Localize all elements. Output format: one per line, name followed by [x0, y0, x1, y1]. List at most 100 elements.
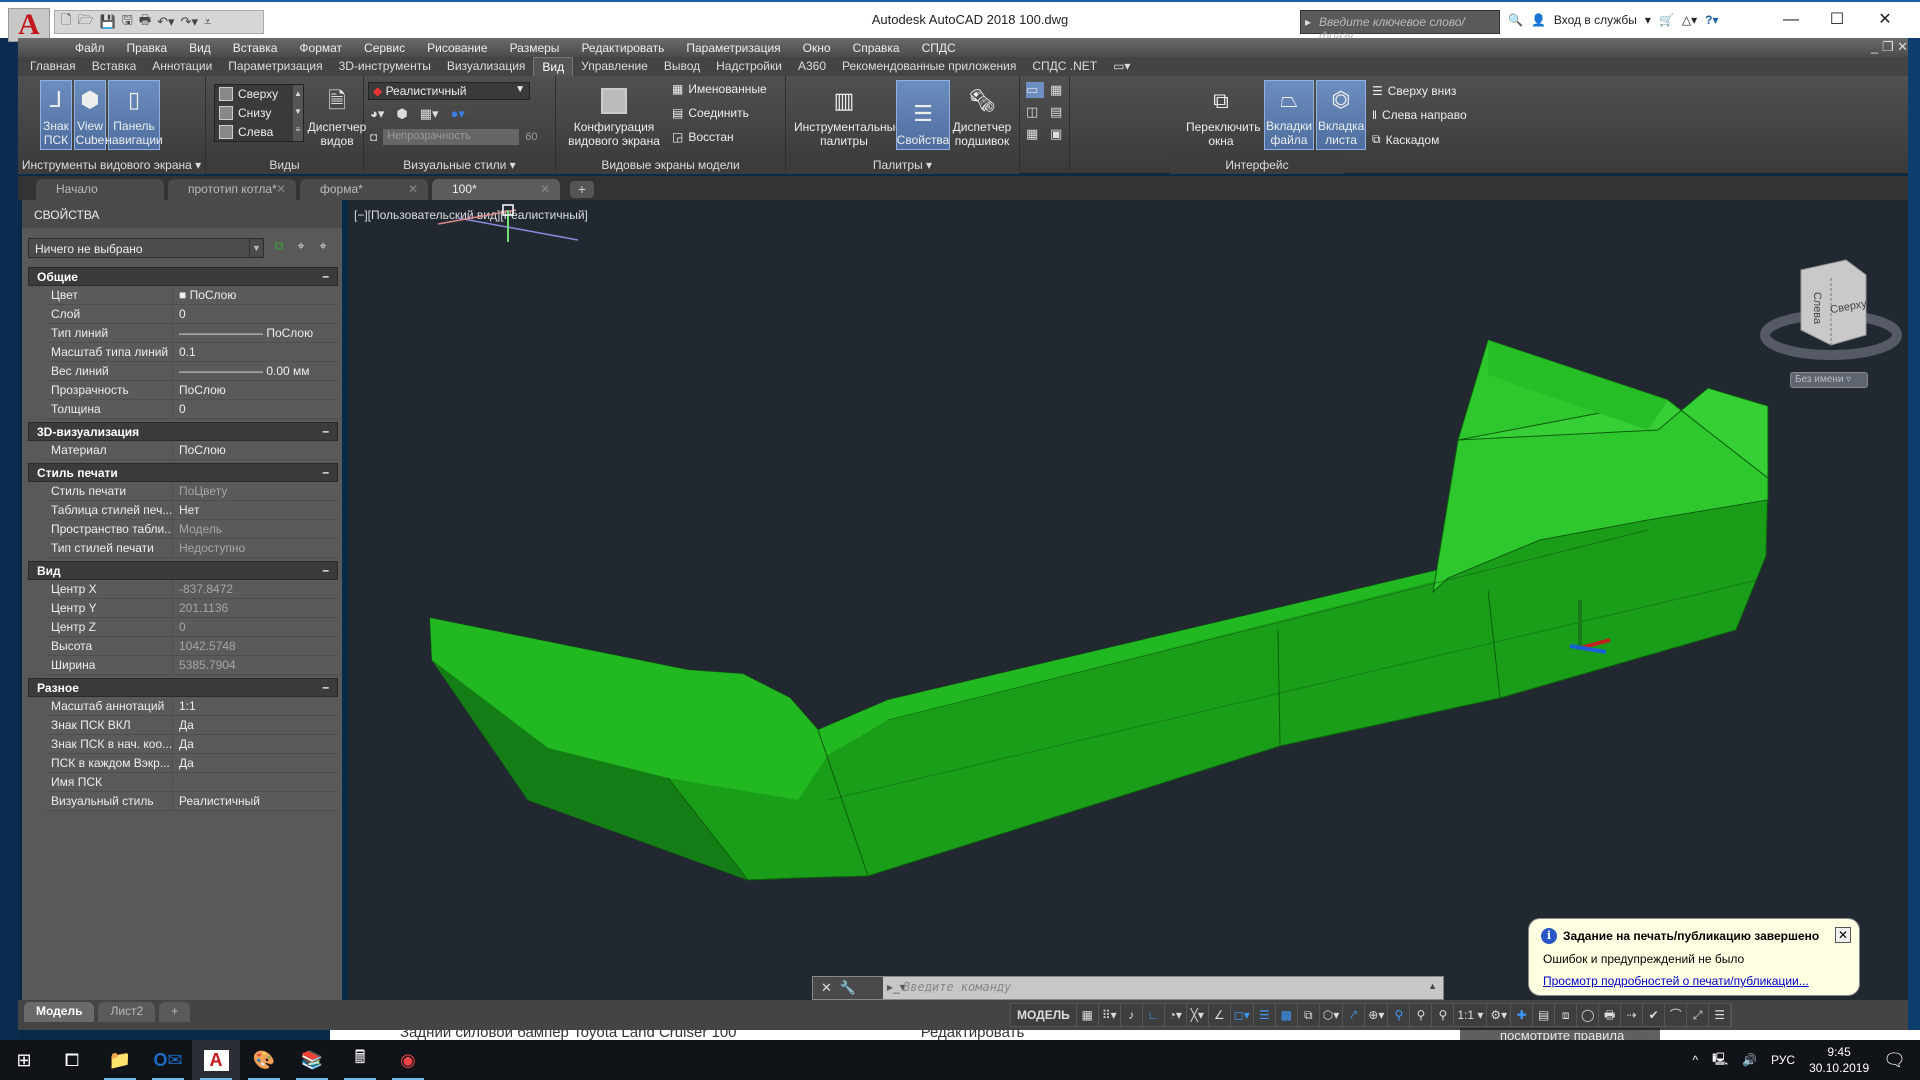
drawing-viewport[interactable]: [−][Пользовательский вид][Реалистичный] — [348, 200, 1908, 1000]
menu-7[interactable]: Размеры — [499, 41, 571, 55]
edge-effects-icon[interactable]: ◕▾ — [370, 106, 384, 122]
property-row[interactable]: Таблица стилей печ... Нет — [45, 501, 338, 520]
lineweight-icon[interactable]: ☰ — [1254, 1004, 1276, 1026]
property-row[interactable]: Толщина 0 — [45, 400, 338, 419]
property-row[interactable]: Масштаб типа линий 0.1 — [45, 343, 338, 362]
ribbon-tab-10[interactable]: A360 — [790, 57, 834, 76]
property-value[interactable]: -837.8472 — [173, 580, 338, 598]
selection-dropdown[interactable]: Ничего не выбрано ▼ — [28, 238, 264, 258]
close-button[interactable]: ✕ — [1862, 6, 1908, 34]
tile-horizontal-button[interactable]: ☰ Сверху вниз — [1372, 84, 1456, 98]
property-value[interactable]: Да — [173, 754, 338, 772]
action-center-icon[interactable]: 🗨 — [1883, 1050, 1906, 1071]
undo-icon[interactable]: ↶▾ — [157, 14, 174, 30]
property-value[interactable]: 1:1 — [173, 697, 338, 715]
taskbar-autocad[interactable]: A — [192, 1040, 240, 1080]
ribbon-tab-1[interactable]: Вставка — [84, 57, 145, 76]
collapse-icon[interactable]: – — [322, 269, 329, 283]
view-left[interactable]: Слева — [219, 125, 273, 139]
document-window-controls[interactable]: _ ❐ ✕ — [1871, 39, 1908, 55]
new-tab-button[interactable]: + — [570, 181, 594, 198]
lock-ui-icon[interactable]: ◯ — [1577, 1004, 1600, 1026]
markup-icon[interactable]: ◫ — [1026, 104, 1044, 120]
hardware-acceleration-icon[interactable]: ⌒ — [1665, 1004, 1688, 1026]
ribbon-tab-5[interactable]: Визуализация — [439, 57, 534, 76]
panel-title-palettes[interactable]: Палитры ▾ — [786, 157, 1019, 174]
opacity-slider[interactable]: ◘ Непрозрачность 60 — [370, 128, 550, 146]
layout-tabs-button[interactable]: ⏣ Вкладка листа — [1316, 80, 1366, 150]
taskbar-winrar[interactable]: 📚 — [288, 1040, 336, 1080]
menu-3[interactable]: Вставка — [222, 41, 289, 55]
plot-status-icon[interactable]: 🖶 — [1599, 1004, 1622, 1026]
menu-0[interactable]: Файл — [64, 41, 116, 55]
communication-icon[interactable]: ⇢ — [1621, 1004, 1644, 1026]
environment-icon[interactable]: ●▾ — [451, 106, 465, 122]
new-icon[interactable]: 🗋 — [61, 11, 71, 33]
taskbar-file-explorer[interactable]: 📁 — [96, 1040, 144, 1080]
tool-palettes-button[interactable]: ▥ Инструментальные палитры — [792, 80, 902, 150]
ucs-icon-button[interactable]: ⅃ Знак ПСК — [40, 80, 72, 150]
view-top[interactable]: Сверху — [219, 87, 278, 101]
lighting-icon[interactable]: ▦▾ — [420, 106, 439, 122]
panel-title-interface[interactable]: Интерфейс — [1170, 157, 1344, 174]
property-row[interactable]: Центр Y 201.1136 — [45, 599, 338, 618]
grid-icon[interactable]: ▦ — [1077, 1004, 1099, 1026]
property-value[interactable]: 0 — [173, 305, 338, 323]
restore-viewports-button[interactable]: ◲ Восстан — [672, 130, 734, 144]
network-icon[interactable]: 🖳 — [1712, 1050, 1728, 1071]
maximize-button[interactable]: ☐ — [1814, 6, 1860, 34]
property-value[interactable]: Нет — [173, 501, 338, 519]
menu-8[interactable]: Редактировать — [570, 41, 675, 55]
menu-12[interactable]: СПДС — [911, 41, 967, 55]
shadows-icon[interactable]: ⬢ — [396, 106, 407, 122]
menu-9[interactable]: Параметризация — [675, 41, 791, 55]
toggle-pickadd-icon[interactable]: ⧉ — [270, 238, 288, 256]
binoculars-icon[interactable]: 🔍 — [1508, 13, 1523, 27]
visual-style-dropdown[interactable]: ◆ Реалистичный ▼ — [368, 82, 530, 100]
tile-vertical-button[interactable]: ‖ Слева направо — [1372, 108, 1467, 122]
property-row[interactable]: Ширина 5385.7904 — [45, 656, 338, 675]
property-value[interactable]: ПоСлою — [173, 441, 338, 459]
property-value[interactable]: ——————— 0.00 мм — [173, 362, 338, 380]
ribbon-tab-4[interactable]: 3D-инструменты — [331, 57, 439, 76]
command-line[interactable]: ✕ 🔧 ▸_▾ Введите команду ▲ — [812, 976, 1444, 1000]
clock[interactable]: 9:45 30.10.2019 — [1809, 1044, 1869, 1076]
property-row[interactable]: Тип стилей печати Недоступно — [45, 539, 338, 558]
notification-details-link[interactable]: Просмотр подробностей о печати/публикаци… — [1543, 974, 1809, 988]
plot-icon[interactable]: 🖶 — [139, 11, 151, 33]
new-layout-button[interactable]: + — [159, 1002, 191, 1022]
property-category[interactable]: Стиль печати – — [28, 463, 338, 482]
task-view-button[interactable]: ⧠ — [48, 1040, 96, 1080]
property-value[interactable]: Да — [173, 716, 338, 734]
annotation-visibility-icon[interactable]: ⚲ — [1388, 1004, 1411, 1026]
viewcube[interactable]: Слева Сверху — [1756, 250, 1906, 380]
property-value[interactable] — [173, 773, 338, 791]
property-row[interactable]: Стиль печати ПоЦвету — [45, 482, 338, 501]
property-row[interactable]: Слой 0 — [45, 305, 338, 324]
property-row[interactable]: Имя ПСК — [45, 773, 338, 792]
autodesk-icon[interactable]: △▾ — [1682, 13, 1697, 27]
menu-6[interactable]: Рисование — [416, 41, 498, 55]
navigation-bar-button[interactable]: ▯ Панель навигации — [105, 80, 163, 150]
property-value[interactable]: Модель — [173, 520, 338, 538]
units-icon[interactable]: ▤ — [1533, 1004, 1556, 1026]
ribbon-tab-3[interactable]: Параметризация — [220, 57, 330, 76]
isolate-objects-icon[interactable]: ✔ — [1643, 1004, 1666, 1026]
calculator-icon[interactable]: ▤ — [1050, 104, 1068, 120]
named-viewports-button[interactable]: ▦ Именованные — [672, 82, 767, 96]
start-button[interactable]: ⊞ — [0, 1040, 48, 1080]
ortho-icon[interactable]: ∟ — [1143, 1004, 1165, 1026]
gizmo-icon[interactable]: ⊕▾ — [1365, 1004, 1389, 1026]
property-row[interactable]: Материал ПоСлою — [45, 441, 338, 460]
dynamic-ucs-icon[interactable]: ⤤ — [1343, 1004, 1366, 1026]
ribbon-tab-9[interactable]: Надстройки — [708, 57, 790, 76]
close-tab-icon[interactable]: ✕ — [540, 182, 550, 196]
property-value[interactable]: ПоЦвету — [173, 482, 338, 500]
menu-1[interactable]: Правка — [116, 41, 179, 55]
property-row[interactable]: Знак ПСК ВКЛ Да — [45, 716, 338, 735]
property-row[interactable]: Пространство табли... Модель — [45, 520, 338, 539]
polar-icon[interactable]: ◔▾ — [1165, 1004, 1187, 1026]
view-bottom[interactable]: Снизу — [219, 106, 271, 120]
ribbon-tab-11[interactable]: Рекомендованные приложения — [834, 57, 1024, 76]
file-tab[interactable]: Начало — [36, 179, 164, 200]
